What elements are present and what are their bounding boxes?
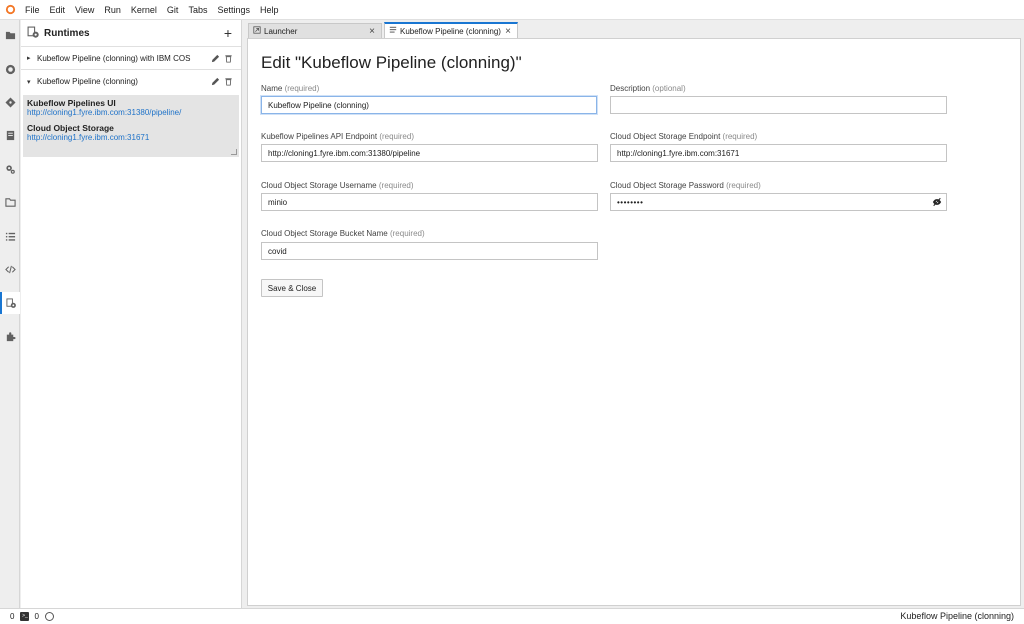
menu-git[interactable]: Git [162, 0, 184, 20]
extension-icon[interactable] [0, 325, 20, 347]
description-label: Description (optional) [610, 84, 686, 93]
status-bar: 0 >_ 0 Kubeflow Pipeline (clonning) [0, 608, 1024, 624]
delete-trash-icon[interactable] [222, 75, 235, 88]
cos-password-input[interactable] [610, 193, 947, 211]
tab-bar: Launcher × Kubeflow Pipeline (clonning) … [244, 20, 1024, 38]
cos-link[interactable]: http://cloning1.fyre.ibm.com:31671 [27, 133, 235, 143]
menu-kernel[interactable]: Kernel [126, 0, 162, 20]
runtime-name: Kubeflow Pipeline (clonning) with IBM CO… [37, 53, 191, 63]
cos-endpoint-input[interactable] [610, 144, 947, 162]
status-active-doc: Kubeflow Pipeline (clonning) [900, 611, 1014, 621]
runtime-editor: Edit "Kubeflow Pipeline (clonning)" Name… [247, 38, 1021, 606]
terminal-count: 0 [10, 612, 15, 621]
menu-settings[interactable]: Settings [212, 0, 255, 20]
cos-username-label: Cloud Object Storage Username (required) [261, 181, 414, 190]
activity-bar [0, 20, 20, 608]
menu-help[interactable]: Help [255, 0, 284, 20]
property-inspector-icon[interactable] [0, 124, 20, 146]
cos-username-input[interactable] [261, 193, 598, 211]
launcher-icon [253, 26, 261, 36]
runtimes-panel: Runtimes + ▸ Kubeflow Pipeline (clonning… [21, 20, 242, 608]
settings-icon[interactable] [0, 158, 20, 180]
tab-label: Launcher [264, 26, 298, 36]
jupyter-logo-icon [0, 0, 20, 20]
runtime-name: Kubeflow Pipeline (clonning) [37, 77, 138, 86]
tab-kubeflow-pipeline[interactable]: Kubeflow Pipeline (clonning) × [384, 22, 518, 38]
kernel-icon[interactable] [44, 612, 54, 621]
name-input[interactable] [261, 96, 597, 114]
menu-tabs[interactable]: Tabs [183, 0, 212, 20]
tab-label: Kubeflow Pipeline (clonning) [400, 26, 501, 36]
save-close-button[interactable]: Save & Close [261, 279, 323, 297]
menu-bar: File Edit View Run Kernel Git Tabs Setti… [0, 0, 1024, 20]
runtime-item[interactable]: ▸ Kubeflow Pipeline (clonning) with IBM … [21, 47, 241, 70]
menu-view[interactable]: View [70, 0, 99, 20]
cos-bucket-label: Cloud Object Storage Bucket Name (requir… [261, 229, 425, 238]
cos-bucket-input[interactable] [261, 242, 598, 260]
runtimes-title: Runtimes [44, 27, 90, 39]
runtimes-header: Runtimes + [21, 20, 241, 47]
resize-grip-icon[interactable] [231, 149, 237, 155]
name-label: Name (required) [261, 84, 320, 93]
edit-pencil-icon[interactable] [209, 75, 222, 88]
kfp-ui-label: Kubeflow Pipelines UI [27, 98, 116, 108]
menu-edit[interactable]: Edit [45, 0, 71, 20]
delete-trash-icon[interactable] [222, 52, 235, 65]
api-endpoint-label: Kubeflow Pipelines API Endpoint (require… [261, 132, 414, 141]
kernel-count: 0 [34, 612, 39, 621]
kfp-ui-link[interactable]: http://cloning1.fyre.ibm.com:31380/pipel… [27, 108, 235, 118]
edit-pencil-icon[interactable] [209, 52, 222, 65]
git-icon[interactable] [0, 91, 20, 113]
close-icon[interactable]: × [367, 26, 377, 37]
menu-file[interactable]: File [20, 0, 45, 20]
add-runtime-button[interactable]: + [221, 26, 235, 40]
code-snippet-icon[interactable] [0, 258, 20, 280]
collapse-caret-icon[interactable]: ▾ [27, 78, 37, 86]
expand-caret-icon[interactable]: ▸ [27, 54, 37, 62]
running-icon[interactable] [0, 58, 20, 80]
folder-icon[interactable] [0, 24, 20, 46]
terminal-icon[interactable]: >_ [20, 612, 30, 621]
tab-launcher[interactable]: Launcher × [248, 23, 382, 38]
toc-icon[interactable] [0, 225, 20, 247]
menu-run[interactable]: Run [99, 0, 126, 20]
description-input[interactable] [610, 96, 947, 114]
eye-slash-icon[interactable] [931, 196, 943, 208]
runtime-details: Kubeflow Pipelines UI http://cloning1.fy… [23, 95, 239, 157]
runtime-doc-icon [389, 26, 397, 36]
runtimes-icon[interactable] [0, 292, 20, 314]
api-endpoint-input[interactable] [261, 144, 598, 162]
runtimes-icon [27, 26, 40, 41]
tabs-icon[interactable] [0, 191, 20, 213]
runtime-item-expanded[interactable]: ▾ Kubeflow Pipeline (clonning) [21, 70, 241, 93]
page-title: Edit "Kubeflow Pipeline (clonning)" [261, 53, 522, 72]
cos-label: Cloud Object Storage [27, 123, 114, 133]
cos-endpoint-label: Cloud Object Storage Endpoint (required) [610, 132, 758, 141]
cos-password-label: Cloud Object Storage Password (required) [610, 181, 761, 190]
close-icon[interactable]: × [503, 26, 513, 37]
